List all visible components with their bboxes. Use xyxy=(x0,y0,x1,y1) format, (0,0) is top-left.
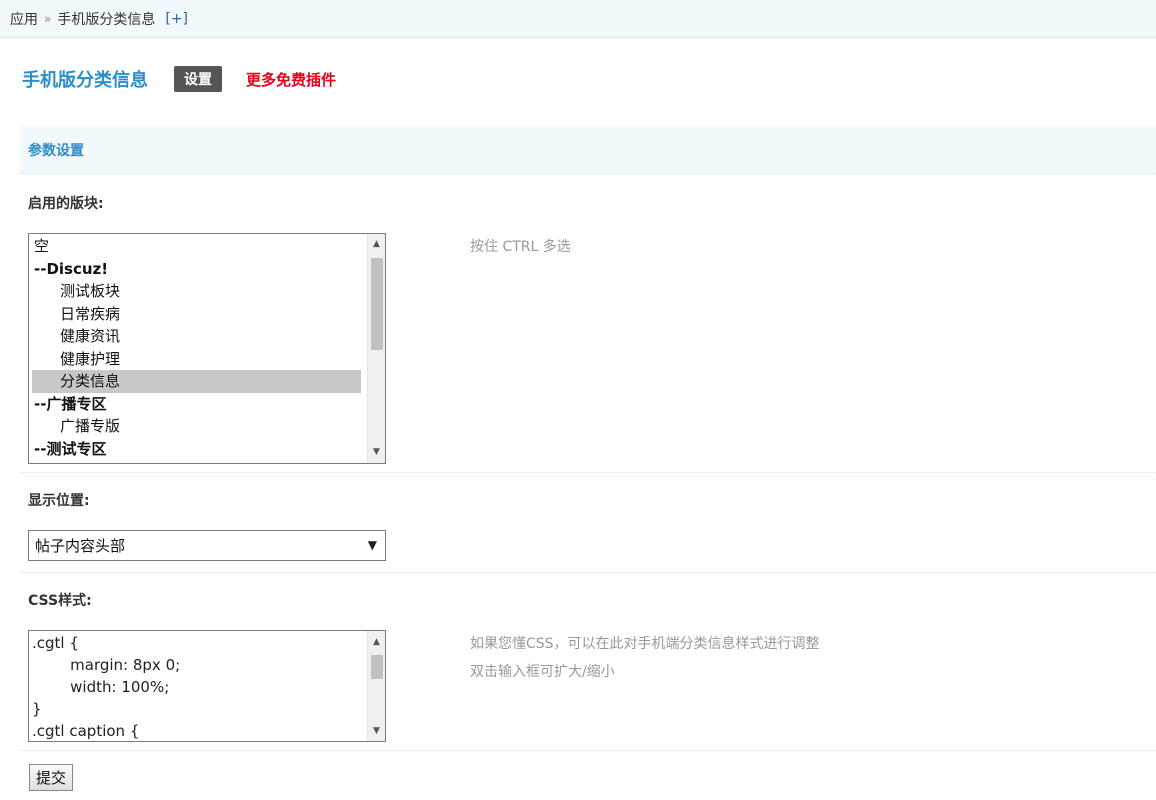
settings-button[interactable]: 设置 xyxy=(174,66,222,92)
divider xyxy=(20,572,1156,573)
forum-option[interactable]: 分类信息 xyxy=(32,370,361,393)
divider xyxy=(20,750,1156,751)
breadcrumb-root[interactable]: 应用 xyxy=(10,9,38,29)
breadcrumb: 应用 » 手机版分类信息 [+] xyxy=(0,0,1156,38)
forum-option[interactable]: --测试专区 xyxy=(32,438,361,461)
forum-option[interactable]: 广播专版 xyxy=(32,415,361,438)
section-header: 参数设置 xyxy=(20,126,1156,174)
forums-multiselect[interactable]: 空 --Discuz! 测试板块 日常疾病 健康资讯 健康护理 分类信息 --广播专区 广播专版… xyxy=(28,233,386,464)
position-label: 显示位置: xyxy=(28,493,90,509)
forum-option[interactable]: 空 xyxy=(32,235,361,258)
css-textarea-content: .cgtl { margin: 8px 0; width: 100%; } .c… xyxy=(32,634,181,740)
forums-option-list: 空 --Discuz! 测试板块 日常疾病 健康资讯 健康护理 分类信息 --广播专区 广播专版… xyxy=(32,235,361,460)
css-textarea[interactable]: .cgtl { margin: 8px 0; width: 100%; } .c… xyxy=(28,630,386,742)
scroll-up-arrow-icon[interactable]: ▲ xyxy=(368,236,385,253)
scroll-down-arrow-icon[interactable]: ▼ xyxy=(368,444,385,461)
scroll-down-arrow-icon[interactable]: ▼ xyxy=(368,722,385,739)
css-hint-line2: 双击输入框可扩大/缩小 xyxy=(470,664,615,680)
scrollbar-thumb[interactable] xyxy=(371,655,383,679)
position-select[interactable]: 帖子内容头部 ▼ xyxy=(28,530,386,561)
scroll-up-arrow-icon[interactable]: ▲ xyxy=(368,633,385,650)
scrollbar-thumb[interactable] xyxy=(371,258,383,350)
breadcrumb-separator: » xyxy=(44,11,52,26)
more-plugins-link[interactable]: 更多免费插件 xyxy=(246,69,336,90)
add-shortcut-link[interactable]: [+] xyxy=(165,11,188,27)
css-hint-line1: 如果您懂CSS，可以在此对手机端分类信息样式进行调整 xyxy=(470,636,820,652)
forums-scrollbar[interactable]: ▲ ▼ xyxy=(367,234,385,463)
css-hint: 如果您懂CSS，可以在此对手机端分类信息样式进行调整 双击输入框可扩大/缩小 xyxy=(470,630,820,686)
forum-option[interactable]: 健康资讯 xyxy=(32,325,361,348)
divider xyxy=(20,472,1156,473)
forums-label: 启用的版块: xyxy=(28,196,104,212)
css-label: CSS样式: xyxy=(28,593,92,609)
forum-option[interactable]: --Discuz! xyxy=(32,258,361,281)
position-selected-value: 帖子内容头部 xyxy=(35,537,126,555)
css-scrollbar[interactable]: ▲ ▼ xyxy=(367,631,385,741)
section-title: 参数设置 xyxy=(28,142,84,159)
dropdown-arrow-icon[interactable]: ▼ xyxy=(368,538,377,552)
page-title[interactable]: 手机版分类信息 xyxy=(22,66,148,92)
page-header: 手机版分类信息 设置 更多免费插件 xyxy=(22,66,336,92)
submit-button[interactable]: 提交 xyxy=(29,764,74,791)
forum-option[interactable]: 健康护理 xyxy=(32,348,361,371)
forums-hint: 按住 CTRL 多选 xyxy=(470,239,571,255)
forum-option[interactable]: 日常疾病 xyxy=(32,303,361,326)
forum-option[interactable]: 测试板块 xyxy=(32,280,361,303)
breadcrumb-current: 手机版分类信息 xyxy=(57,11,156,28)
forum-option[interactable]: --广播专区 xyxy=(32,393,361,416)
